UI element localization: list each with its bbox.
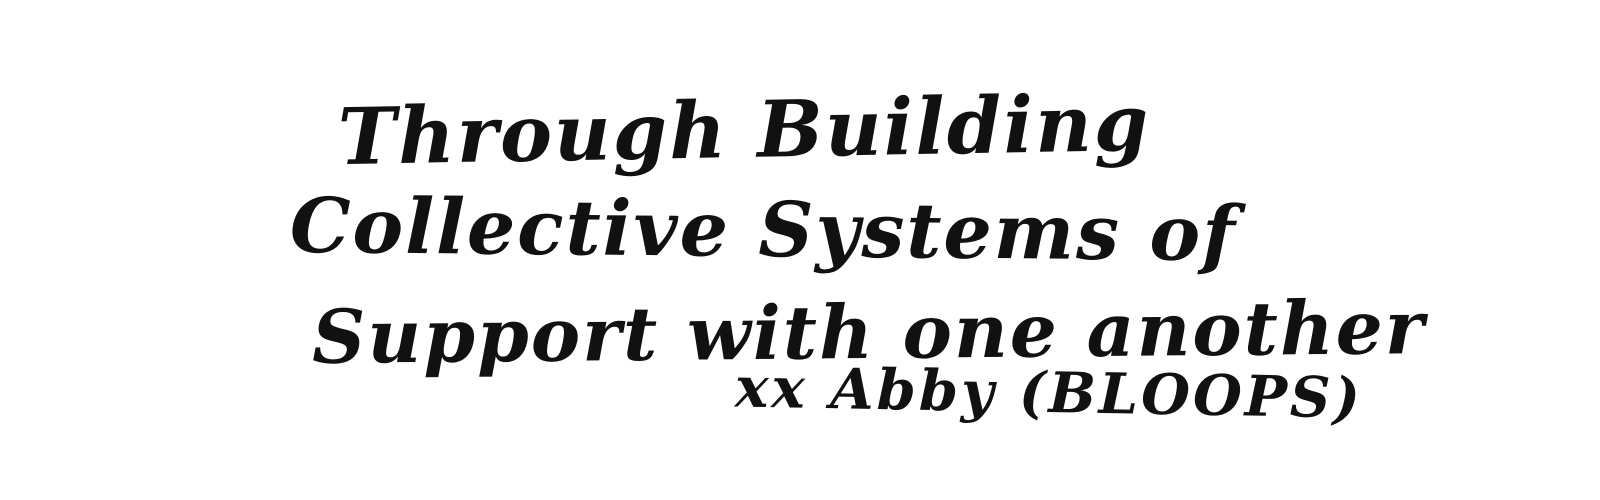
note-line-2: Collective Systems of	[289, 180, 1238, 279]
note-line-1: Through Building	[337, 77, 1152, 184]
signature: xx Abby (BLOOPS)	[734, 354, 1364, 432]
handwritten-note: Through Building Collective Systems of S…	[0, 0, 1600, 500]
handwritten-note-page: Through Building Collective Systems of S…	[0, 0, 1600, 500]
